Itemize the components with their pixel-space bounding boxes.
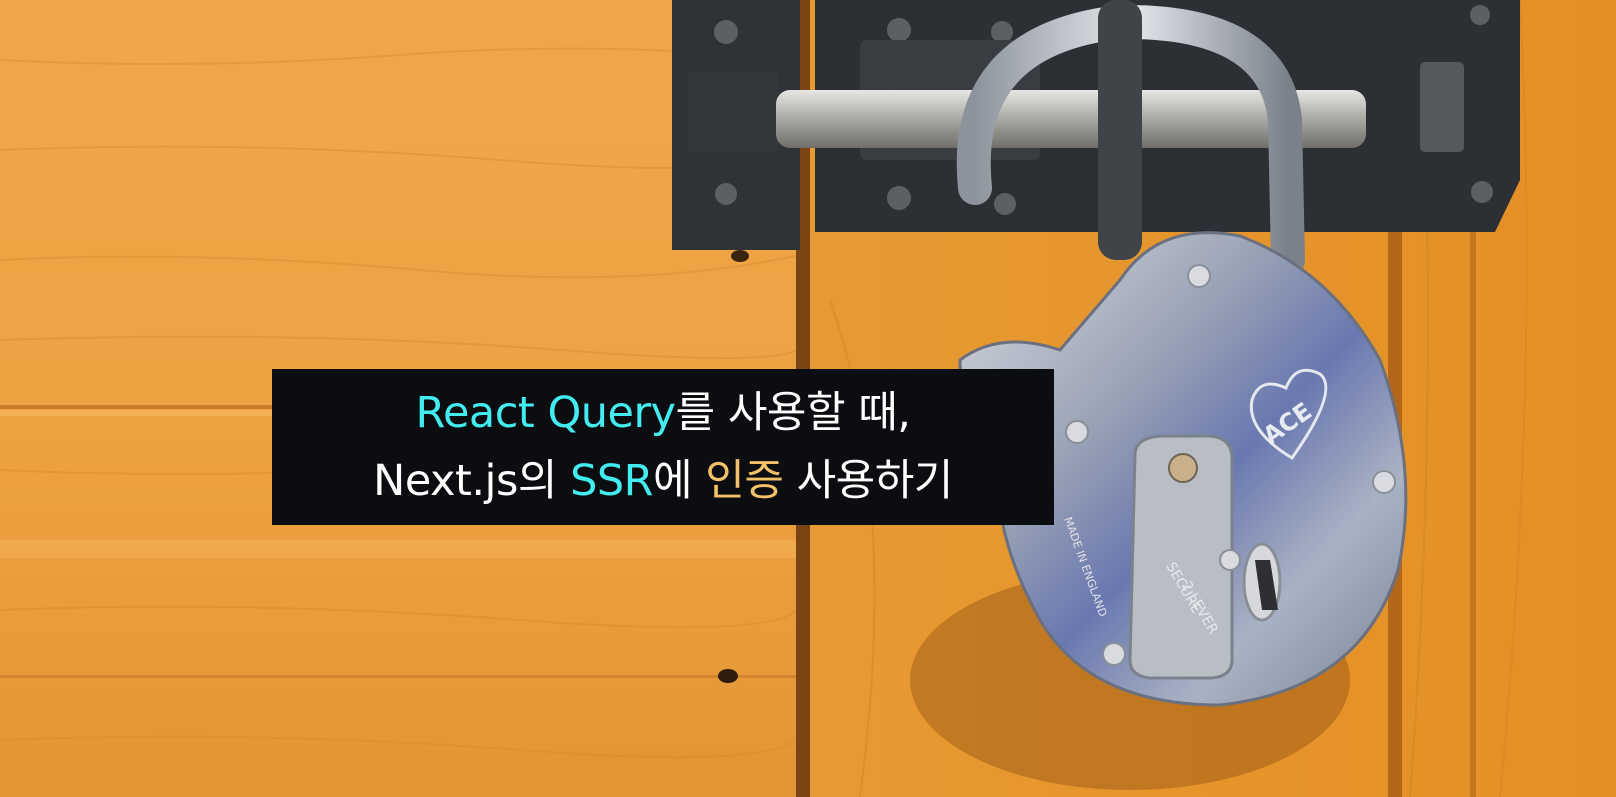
title-line-2: Next.js의 SSR에 인증 사용하기: [373, 447, 953, 515]
title-line-1: React Query를 사용할 때,: [416, 379, 911, 447]
title-banner: React Query를 사용할 때, Next.js의 SSR에 인증 사용하…: [272, 369, 1054, 525]
title-line2-part3: 에: [653, 456, 706, 506]
title-line2-part1: Next.js의: [373, 456, 571, 506]
title-line2-part2: SSR: [570, 456, 654, 506]
title-line2-part5: 사용하기: [783, 456, 954, 506]
title-line1-part1: React Query: [415, 388, 677, 438]
title-line1-part2: 를 사용할 때,: [675, 388, 911, 438]
title-line2-part4: 인증: [705, 456, 784, 506]
